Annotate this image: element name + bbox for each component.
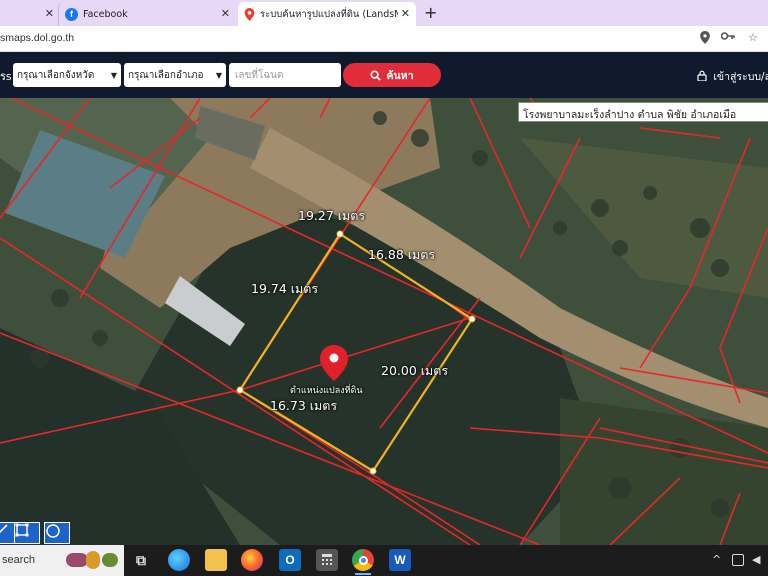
chevron-down-icon: ▼ <box>215 70 222 80</box>
lock-icon <box>697 70 707 82</box>
tab-label: ระบบค้นหารูปแปลงที่ดิน (LandsMaps <box>260 8 398 20</box>
location-icon[interactable] <box>698 31 712 45</box>
browser-tab-landsmaps[interactable]: ระบบค้นหารูปแปลงที่ดิน (LandsMaps ✕ <box>238 2 416 26</box>
chrome-icon[interactable] <box>352 549 374 571</box>
taskbar-search-text: search <box>2 554 36 566</box>
deed-number-input[interactable]: เลขที่โฉนด <box>229 63 341 87</box>
pencil-icon <box>0 524 8 534</box>
circle-icon <box>46 524 60 538</box>
new-tab-button[interactable]: + <box>424 3 437 22</box>
login-label: เข้าสู่ระบบ/ล <box>713 71 768 83</box>
tab-label: Facebook <box>83 8 128 20</box>
draw-circle-tool[interactable] <box>44 522 70 544</box>
plot-location-label: ตำแหน่งแปลงที่ดิน <box>290 386 363 396</box>
search-highlight-icon <box>102 553 118 567</box>
search-icon <box>370 69 382 81</box>
url-field[interactable]: smaps.dol.go.th <box>0 32 74 44</box>
volume-icon[interactable]: ◀ <box>752 553 760 566</box>
dimension-label: 19.74 เมตร <box>251 281 319 296</box>
network-icon[interactable] <box>732 554 744 566</box>
province-select-value: กรุณาเลือกจังหวัด <box>17 69 95 81</box>
draw-rectangle-tool[interactable] <box>14 522 40 544</box>
satellite-map <box>0 98 768 545</box>
tray-overflow-icon[interactable]: ^ <box>712 553 721 566</box>
facebook-icon: f <box>65 7 78 21</box>
star-icon[interactable]: ☆ <box>746 31 760 45</box>
browser-tab[interactable]: ✕ <box>0 2 60 26</box>
dimension-label: 19.27 เมตร <box>298 208 366 223</box>
login-link[interactable]: เข้าสู่ระบบ/ล <box>697 68 768 85</box>
search-highlight-icon <box>66 553 88 567</box>
header-label: รs <box>0 70 12 83</box>
outlook-icon[interactable]: O <box>279 549 301 571</box>
chevron-down-icon: ▼ <box>110 70 117 80</box>
amphoe-select[interactable]: กรุณาเลือกอำเภอ ▼ <box>124 63 226 87</box>
close-icon[interactable]: ✕ <box>45 7 54 20</box>
map-pin-icon <box>244 7 255 21</box>
search-highlight-icon <box>86 551 100 569</box>
close-icon[interactable]: ✕ <box>401 7 410 20</box>
search-button-label: ค้นหา <box>386 69 414 82</box>
file-explorer-icon[interactable] <box>205 549 227 571</box>
browser-tab-strip: ✕ f Facebook ✕ ระบบค้นหารูปแปลงที่ดิน (L… <box>0 0 768 26</box>
location-info-box: โรงพยาบาลมะเร็งลำปาง ตำบล พิชัย อำเภอเมื… <box>518 102 768 122</box>
word-icon[interactable]: W <box>389 549 411 571</box>
key-icon[interactable] <box>720 31 735 45</box>
site-header: รs กรุณาเลือกจังหวัด ▼ กรุณาเลือกอำเภอ ▼… <box>0 52 768 98</box>
address-bar: smaps.dol.go.th ☆ <box>0 26 768 52</box>
browser-tab-facebook[interactable]: f Facebook ✕ <box>58 2 236 26</box>
province-select[interactable]: กรุณาเลือกจังหวัด ▼ <box>13 63 121 87</box>
amphoe-select-value: กรุณาเลือกอำเภอ <box>128 69 204 81</box>
active-app-indicator <box>355 573 371 575</box>
rectangle-icon <box>15 523 29 537</box>
edge-icon[interactable] <box>168 549 190 571</box>
task-view-icon[interactable]: ⧉ <box>130 549 152 571</box>
search-button[interactable]: ค้นหา <box>343 63 441 87</box>
map-view[interactable]: โรงพยาบาลมะเร็งลำปาง ตำบล พิชัย อำเภอเมื… <box>0 98 768 545</box>
close-icon[interactable]: ✕ <box>221 7 230 20</box>
dimension-label: 20.00 เมตร <box>381 363 449 378</box>
firefox-icon[interactable] <box>241 549 263 571</box>
taskbar-search-box[interactable]: search <box>0 545 124 576</box>
dimension-label: 16.88 เมตร <box>368 247 436 262</box>
dimension-label: 16.73 เมตร <box>270 398 338 413</box>
windows-taskbar: search ⧉ O W ^ ◀ <box>0 545 768 576</box>
calculator-icon[interactable] <box>316 549 338 571</box>
